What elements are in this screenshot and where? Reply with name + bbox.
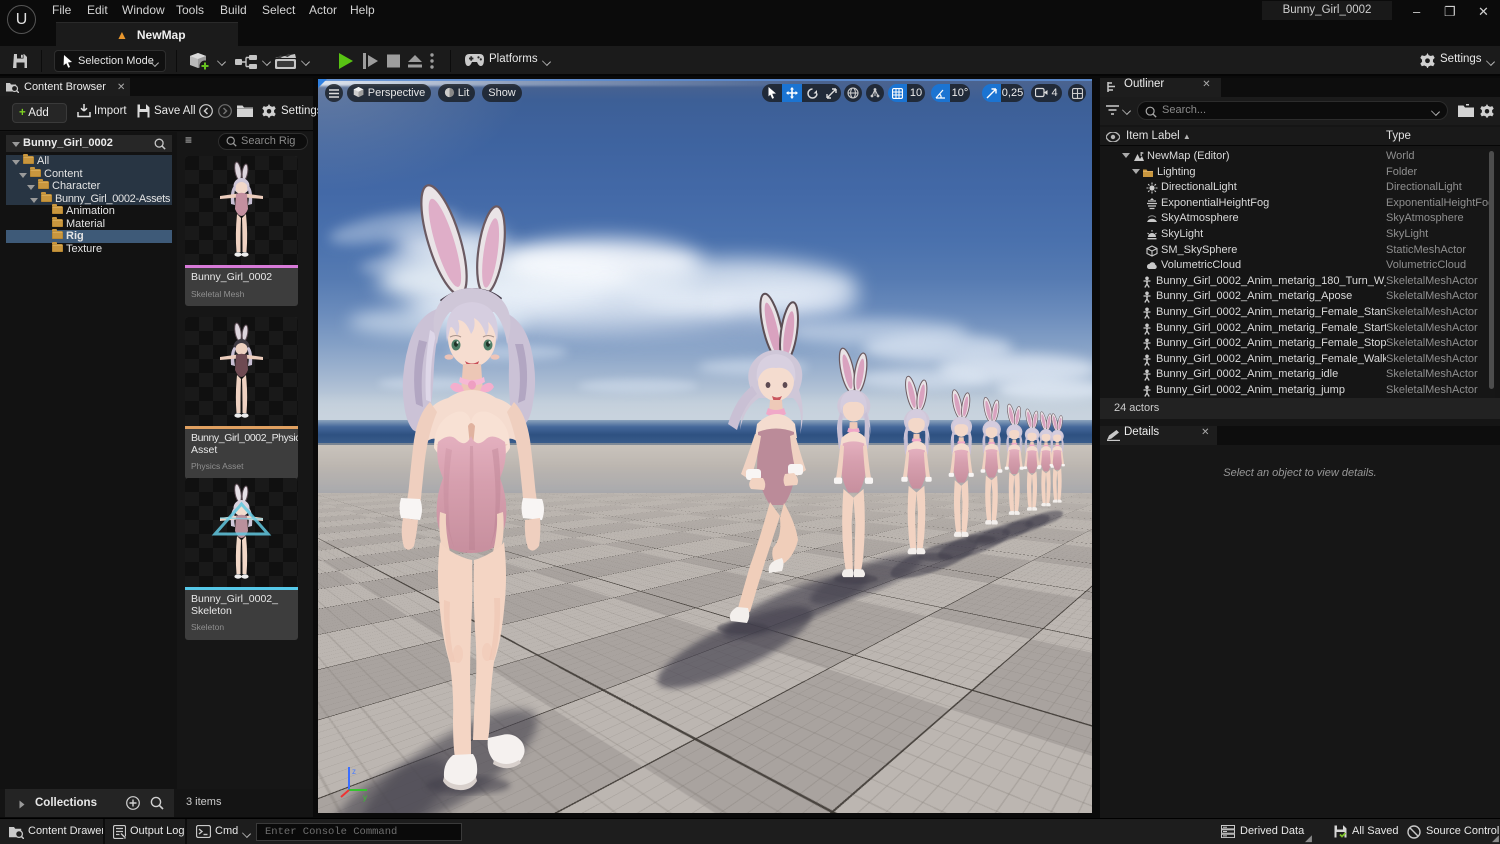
svg-text:y: y bbox=[363, 793, 367, 802]
svg-text:z: z bbox=[352, 767, 356, 776]
